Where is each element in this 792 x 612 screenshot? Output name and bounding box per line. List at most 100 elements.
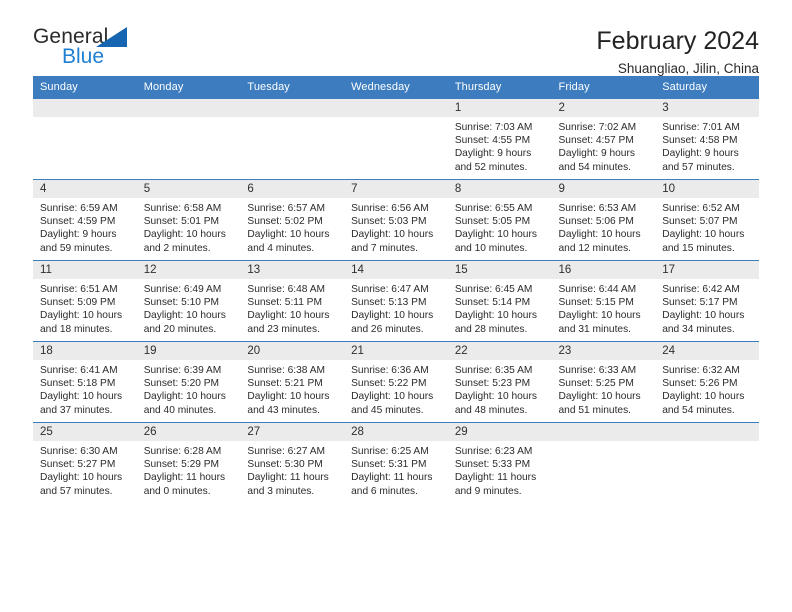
daylight-duration-line2: and 48 minutes. bbox=[454, 404, 528, 416]
calendar-day-cell[interactable]: 1 Sunrise: 7:03 AM Sunset: 4:55 PM Daylight… bbox=[447, 98, 552, 180]
calendar-day-cell[interactable]: 17 Sunrise: 6:42 AM Sunset: 5:17 PM Dayligh… bbox=[655, 260, 759, 342]
day-number: 18 bbox=[33, 342, 137, 360]
sunrise-time: Sunrise: 6:28 AM bbox=[143, 446, 222, 457]
daylight-duration-line1: Daylight: 10 hours bbox=[40, 472, 123, 484]
day-sun-info: Sunrise: 6:51 AM Sunset: 5:09 PM Daylight:… bbox=[33, 279, 137, 336]
day-sun-info: Sunrise: 7:03 AM Sunset: 4:55 PM Daylight:… bbox=[448, 117, 552, 174]
daylight-duration-line2: and 54 minutes. bbox=[662, 404, 735, 416]
daylight-duration-line2: and 52 minutes. bbox=[454, 161, 528, 173]
calendar-day-cell[interactable]: 16 Sunrise: 6:44 AM Sunset: 5:15 PM Dayligh… bbox=[551, 260, 656, 342]
calendar-day-cell[interactable]: 4 Sunrise: 6:59 AM Sunset: 4:59 PM Daylight… bbox=[33, 179, 137, 261]
daylight-duration-line2: and 2 minutes. bbox=[143, 242, 211, 254]
sunrise-time: Sunrise: 6:56 AM bbox=[351, 203, 429, 214]
calendar-day-cell[interactable]: 23 Sunrise: 6:33 AM Sunset: 5:25 PM Dayligh… bbox=[551, 341, 656, 423]
sunrise-time: Sunrise: 6:27 AM bbox=[247, 446, 325, 457]
calendar-day-cell[interactable]: 6 Sunrise: 6:57 AM Sunset: 5:02 PM Daylight… bbox=[240, 179, 345, 261]
sunrise-time: Sunrise: 6:30 AM bbox=[40, 446, 118, 457]
calendar-day-cell[interactable]: 8 Sunrise: 6:55 AM Sunset: 5:05 PM Daylight… bbox=[447, 179, 552, 261]
day-sun-info: Sunrise: 6:36 AM Sunset: 5:22 PM Daylight:… bbox=[344, 360, 448, 417]
sunset-time: Sunset: 5:15 PM bbox=[558, 297, 634, 309]
daylight-duration-line1: Daylight: 10 hours bbox=[247, 310, 330, 322]
daylight-duration-line1: Daylight: 10 hours bbox=[143, 310, 226, 322]
daylight-duration-line2: and 43 minutes. bbox=[247, 404, 320, 416]
calendar-day-cell[interactable]: 29 Sunrise: 6:23 AM Sunset: 5:33 PM Dayligh… bbox=[447, 422, 552, 503]
sunrise-time: Sunrise: 6:52 AM bbox=[662, 203, 740, 214]
daylight-duration-line1: Daylight: 10 hours bbox=[40, 391, 123, 403]
daylight-duration-line2: and 57 minutes. bbox=[662, 161, 735, 173]
day-number: 7 bbox=[344, 180, 448, 198]
sunset-time: Sunset: 5:03 PM bbox=[351, 216, 427, 228]
calendar-day-cell[interactable]: 14 Sunrise: 6:47 AM Sunset: 5:13 PM Dayligh… bbox=[344, 260, 448, 342]
calendar-day-cell[interactable]: 15 Sunrise: 6:45 AM Sunset: 5:14 PM Dayligh… bbox=[447, 260, 552, 342]
daylight-duration-line2: and 15 minutes. bbox=[662, 242, 735, 254]
sunset-time: Sunset: 5:06 PM bbox=[558, 216, 634, 228]
day-number: 1 bbox=[447, 99, 552, 117]
calendar-day-cell-empty bbox=[655, 422, 759, 503]
calendar-day-cell[interactable]: 11 Sunrise: 6:51 AM Sunset: 5:09 PM Dayligh… bbox=[33, 260, 137, 342]
calendar-day-cell[interactable]: 28 Sunrise: 6:25 AM Sunset: 5:31 PM Dayligh… bbox=[344, 422, 448, 503]
daylight-duration-line2: and 4 minutes. bbox=[247, 242, 315, 254]
calendar-day-cell[interactable]: 13 Sunrise: 6:48 AM Sunset: 5:11 PM Dayligh… bbox=[240, 260, 345, 342]
daylight-duration-line1: Daylight: 9 hours bbox=[40, 229, 117, 241]
day-sun-info: Sunrise: 6:52 AM Sunset: 5:07 PM Daylight:… bbox=[655, 198, 759, 255]
calendar-day-cell[interactable]: 20 Sunrise: 6:38 AM Sunset: 5:21 PM Dayligh… bbox=[240, 341, 345, 423]
day-number: 24 bbox=[655, 342, 759, 360]
calendar-day-cell-empty bbox=[240, 98, 345, 180]
day-number bbox=[136, 99, 241, 117]
sunrise-time: Sunrise: 6:33 AM bbox=[558, 365, 637, 376]
calendar-day-cell[interactable]: 9 Sunrise: 6:53 AM Sunset: 5:06 PM Daylight… bbox=[551, 179, 656, 261]
sunset-time: Sunset: 5:05 PM bbox=[454, 216, 531, 228]
logo-text-blue: Blue bbox=[62, 45, 105, 68]
daylight-duration-line1: Daylight: 11 hours bbox=[143, 472, 226, 484]
calendar-week-row: 18 Sunrise: 6:41 AM Sunset: 5:18 PM Dayligh… bbox=[33, 341, 759, 423]
calendar-day-cell[interactable]: 25 Sunrise: 6:30 AM Sunset: 5:27 PM Dayligh… bbox=[33, 422, 137, 503]
sunset-time: Sunset: 5:18 PM bbox=[40, 378, 116, 390]
calendar-day-cell[interactable]: 3 Sunrise: 7:01 AM Sunset: 4:58 PM Daylight… bbox=[655, 98, 759, 180]
day-number: 6 bbox=[240, 180, 345, 198]
page-header: General Blue February 2024 Shuangliao, J… bbox=[33, 0, 759, 76]
calendar-day-cell[interactable]: 10 Sunrise: 6:52 AM Sunset: 5:07 PM Dayligh… bbox=[655, 179, 759, 261]
daylight-duration-line2: and 23 minutes. bbox=[247, 323, 320, 335]
day-sun-info: Sunrise: 6:55 AM Sunset: 5:05 PM Daylight:… bbox=[448, 198, 552, 255]
sunrise-time: Sunrise: 6:32 AM bbox=[662, 365, 740, 376]
calendar-day-cell[interactable]: 2 Sunrise: 7:02 AM Sunset: 4:57 PM Daylight… bbox=[551, 98, 656, 180]
calendar-day-cell[interactable]: 19 Sunrise: 6:39 AM Sunset: 5:20 PM Dayligh… bbox=[136, 341, 241, 423]
daylight-duration-line1: Daylight: 10 hours bbox=[662, 391, 745, 403]
day-number: 21 bbox=[344, 342, 448, 360]
sunset-time: Sunset: 5:01 PM bbox=[143, 216, 220, 228]
sunrise-time: Sunrise: 6:25 AM bbox=[351, 446, 429, 457]
weekday-header-thursday: Thursday bbox=[447, 76, 552, 99]
daylight-duration-line2: and 31 minutes. bbox=[558, 323, 632, 335]
daylight-duration-line2: and 40 minutes. bbox=[143, 404, 217, 416]
calendar-day-cell[interactable]: 7 Sunrise: 6:56 AM Sunset: 5:03 PM Daylight… bbox=[344, 179, 448, 261]
calendar-header-row: Sunday Monday Tuesday Wednesday Thursday… bbox=[33, 76, 759, 99]
calendar-day-cell[interactable]: 18 Sunrise: 6:41 AM Sunset: 5:18 PM Dayligh… bbox=[33, 341, 137, 423]
calendar-day-cell[interactable]: 24 Sunrise: 6:32 AM Sunset: 5:26 PM Dayligh… bbox=[655, 341, 759, 423]
calendar-day-cell[interactable]: 27 Sunrise: 6:27 AM Sunset: 5:30 PM Dayligh… bbox=[240, 422, 345, 503]
daylight-duration-line1: Daylight: 10 hours bbox=[351, 310, 434, 322]
daylight-duration-line1: Daylight: 10 hours bbox=[454, 229, 537, 241]
daylight-duration-line1: Daylight: 11 hours bbox=[247, 472, 329, 484]
day-number: 20 bbox=[240, 342, 345, 360]
general-blue-logo[interactable]: General Blue bbox=[33, 26, 143, 72]
calendar-day-cell[interactable]: 12 Sunrise: 6:49 AM Sunset: 5:10 PM Dayligh… bbox=[136, 260, 241, 342]
sunrise-time: Sunrise: 6:55 AM bbox=[454, 203, 533, 214]
calendar-week-row: 4 Sunrise: 6:59 AM Sunset: 4:59 PM Daylight… bbox=[33, 179, 759, 261]
day-number: 28 bbox=[344, 423, 448, 441]
weekday-header-wednesday: Wednesday bbox=[344, 76, 448, 99]
day-number bbox=[655, 423, 759, 441]
day-number: 11 bbox=[33, 261, 137, 279]
calendar-day-cell[interactable]: 5 Sunrise: 6:58 AM Sunset: 5:01 PM Daylight… bbox=[136, 179, 241, 261]
calendar-day-cell[interactable]: 26 Sunrise: 6:28 AM Sunset: 5:29 PM Dayligh… bbox=[136, 422, 241, 503]
daylight-duration-line1: Daylight: 10 hours bbox=[558, 310, 641, 322]
calendar-day-cell[interactable]: 21 Sunrise: 6:36 AM Sunset: 5:22 PM Dayligh… bbox=[344, 341, 448, 423]
calendar-day-cell[interactable]: 22 Sunrise: 6:35 AM Sunset: 5:23 PM Dayligh… bbox=[447, 341, 552, 423]
sunrise-sunset-calendar: Sunday Monday Tuesday Wednesday Thursday… bbox=[33, 76, 759, 503]
daylight-duration-line2: and 12 minutes. bbox=[558, 242, 632, 254]
day-sun-info: Sunrise: 6:28 AM Sunset: 5:29 PM Daylight:… bbox=[137, 441, 241, 498]
day-sun-info: Sunrise: 6:48 AM Sunset: 5:11 PM Daylight:… bbox=[240, 279, 344, 336]
sunrise-time: Sunrise: 7:03 AM bbox=[454, 122, 533, 133]
day-sun-info: Sunrise: 6:27 AM Sunset: 5:30 PM Daylight:… bbox=[240, 441, 344, 498]
calendar-day-cell-empty bbox=[344, 98, 448, 180]
daylight-duration-line1: Daylight: 11 hours bbox=[351, 472, 433, 484]
